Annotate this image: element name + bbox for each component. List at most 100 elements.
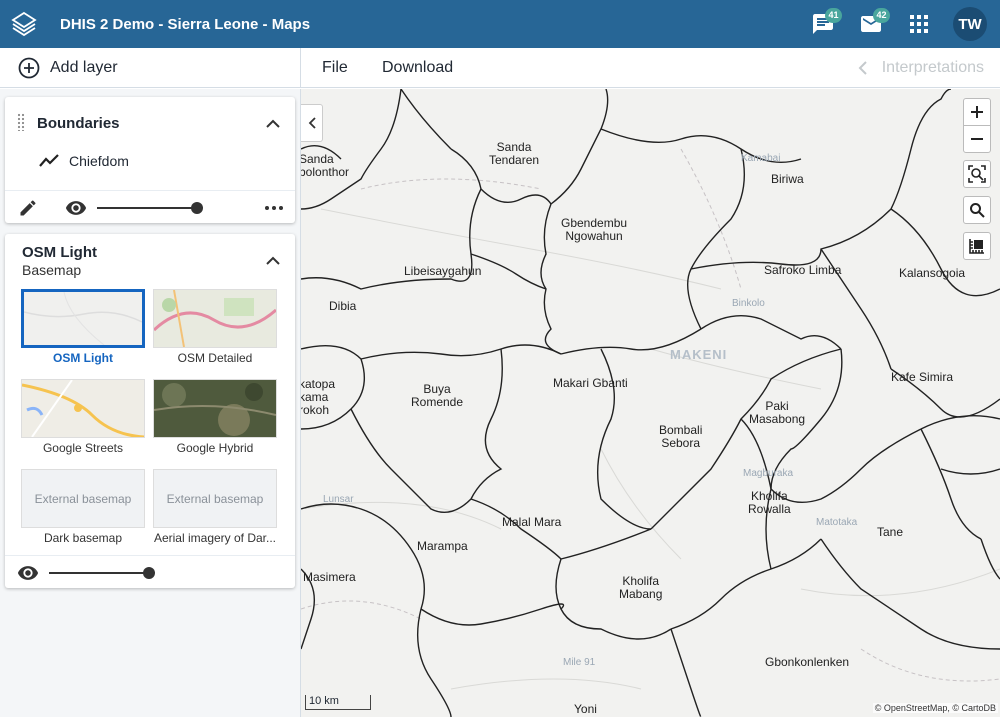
chevron-left-icon (858, 61, 867, 75)
zoom-out-button[interactable] (963, 125, 991, 153)
basemap-label: OSM Detailed (177, 351, 253, 365)
map-label: Kalansogoia (899, 266, 966, 280)
map-label: Masimera (303, 570, 356, 584)
apps-grid-icon (910, 15, 928, 33)
basemap-label: OSM Light (53, 351, 113, 365)
map-canvas[interactable]: Sanda Tendaren Sanda bolonthor Biriwa Gben… (301, 89, 1000, 717)
collapse-button[interactable] (263, 250, 283, 270)
place-label: Matotaka (816, 517, 858, 528)
fit-bounds-button[interactable] (963, 160, 991, 188)
user-avatar[interactable]: TW (953, 7, 987, 41)
add-layer-label: Add layer (50, 59, 118, 76)
basemap-thumbnail (153, 379, 277, 438)
map-label: Gbonkonlenken (765, 655, 850, 669)
basemap-option-dark[interactable]: External basemap Dark basemap (21, 469, 145, 545)
eye-icon (17, 566, 39, 580)
ruler-icon (969, 239, 984, 254)
basemap-thumbnail (153, 289, 277, 348)
map-label: Bombali Sebora (659, 423, 703, 450)
map-label: Gbendembu Ngowahun (561, 216, 628, 243)
file-menu[interactable]: File (322, 48, 348, 88)
chevron-up-icon (266, 256, 280, 265)
basemap-label: Google Streets (42, 441, 124, 455)
opacity-slider-thumb[interactable] (191, 202, 203, 214)
toolbar: Add layer File Download Interpretations (0, 48, 1000, 88)
scale-bar: 10 km (305, 695, 371, 710)
layer-toolbar (5, 190, 295, 223)
measure-button[interactable] (963, 232, 991, 260)
add-layer-button[interactable]: Add layer (0, 48, 301, 88)
place-label: Binkolo (732, 298, 765, 309)
search-button[interactable] (963, 196, 991, 224)
opacity-slider[interactable] (49, 572, 149, 574)
layer-title: Boundaries (37, 115, 120, 132)
download-menu[interactable]: Download (382, 48, 453, 88)
search-icon (970, 203, 985, 218)
basemap-label: Google Hybrid (176, 441, 254, 455)
map-label: Libeisaygahun (404, 264, 482, 278)
basemap-label: Dark basemap (43, 531, 123, 545)
drag-handle-icon[interactable] (17, 113, 25, 136)
map-label: Buya Romende (411, 382, 464, 409)
basemap-option-osm-detailed[interactable]: OSM Detailed (153, 289, 277, 365)
map-label: Dibia (329, 299, 357, 313)
eye-icon (65, 201, 87, 215)
layers-panel: Boundaries Chiefdom OSM Light Basemap OS… (0, 89, 301, 717)
map-label: Paki Masabong (749, 399, 806, 426)
add-circle-icon (18, 57, 40, 79)
plus-icon (971, 106, 983, 118)
messages-button[interactable]: 41 (799, 0, 847, 48)
basemap-option-aerial[interactable]: External basemap Aerial imagery of Dar..… (153, 469, 277, 545)
map-attribution[interactable]: © OpenStreetMap, © CartoDB (872, 703, 998, 713)
basemap-thumbnail (21, 289, 145, 348)
basemap-title: OSM Light (22, 244, 97, 261)
place-label: Magburaka (743, 468, 794, 479)
visibility-toggle[interactable] (16, 561, 40, 585)
basemap-thumbnail: External basemap (153, 469, 277, 528)
map-label: Sanda bolonthor (301, 152, 350, 179)
more-horizontal-icon (265, 206, 283, 210)
basemap-label: Aerial imagery of Dar... (153, 531, 277, 545)
more-options-button[interactable] (262, 196, 286, 220)
opacity-slider[interactable] (97, 207, 197, 209)
legend-label: Chiefdom (69, 153, 129, 169)
basemap-option-google-streets[interactable]: Google Streets (21, 379, 145, 455)
email-button[interactable]: 42 (847, 0, 895, 48)
place-label: Lunsar (323, 494, 354, 505)
map-label: Kafe Simira (891, 370, 954, 384)
map-label: Marampa (417, 539, 468, 553)
interpretations-toggle[interactable]: Interpretations (858, 48, 984, 88)
layer-toolbar (5, 555, 295, 588)
apps-button[interactable] (895, 0, 943, 48)
map-label: Kholifa Mabang (619, 574, 663, 601)
collapse-sidebar-button[interactable] (301, 104, 323, 142)
boundary-lines (301, 89, 1000, 717)
app-header: DHIS 2 Demo - Sierra Leone - Maps 41 42 … (0, 0, 1000, 48)
collapse-button[interactable] (263, 113, 283, 133)
edit-button[interactable] (16, 196, 40, 220)
basemap-option-google-hybrid[interactable]: Google Hybrid (153, 379, 277, 455)
map-label: Yoni (574, 702, 597, 716)
place-label: Mile 91 (563, 657, 596, 668)
line-legend-icon (39, 154, 59, 167)
opacity-slider-thumb[interactable] (143, 567, 155, 579)
boundaries-layer-card: Boundaries Chiefdom (5, 97, 295, 223)
basemap-layer-card: OSM Light Basemap OSM Light OSM Detailed (5, 234, 295, 588)
visibility-toggle[interactable] (64, 196, 88, 220)
zoom-fit-icon (968, 165, 986, 183)
minus-icon (971, 138, 983, 140)
email-badge: 42 (873, 8, 890, 23)
map-label: Tane (877, 525, 904, 539)
basemap-subtitle: Basemap (22, 262, 82, 278)
basemap-option-osm-light[interactable]: OSM Light (21, 289, 145, 365)
pencil-icon (20, 200, 36, 216)
place-label: Kamabai (741, 153, 781, 164)
app-title: DHIS 2 Demo - Sierra Leone - Maps (60, 15, 311, 33)
map-label: Sanda Tendaren (489, 140, 540, 167)
messages-badge: 41 (825, 8, 842, 23)
interpretations-label: Interpretations (881, 59, 984, 76)
dhis2-logo-icon[interactable] (0, 0, 48, 48)
legend-item: Chiefdom (39, 153, 129, 169)
zoom-in-button[interactable] (963, 98, 991, 126)
map-label: Makari Gbanti (553, 376, 628, 390)
